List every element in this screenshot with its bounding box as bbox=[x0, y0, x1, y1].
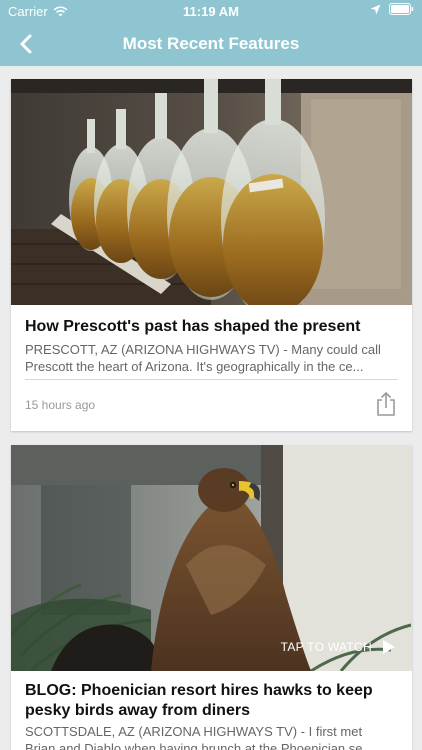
feature-image-wine-jugs[interactable] bbox=[11, 79, 412, 305]
carrier-group: Carrier bbox=[8, 4, 68, 19]
wifi-icon bbox=[53, 6, 68, 17]
battery-icon bbox=[389, 3, 414, 15]
share-icon bbox=[377, 391, 395, 416]
feature-card[interactable]: TAP TO WATCH BLOG: Phoenician resort hir… bbox=[11, 445, 412, 750]
feature-summary-line-1: SCOTTSDALE, AZ (ARIZONA HIGHWAYS TV) - I… bbox=[25, 724, 363, 739]
tap-to-watch-label: TAP TO WATCH bbox=[280, 640, 372, 654]
feature-summary-line-2: Brian and Diablo when having brunch at t… bbox=[25, 741, 374, 750]
back-button[interactable] bbox=[10, 28, 42, 60]
feature-summary: SCOTTSDALE, AZ (ARIZONA HIGHWAYS TV) - I… bbox=[25, 723, 398, 750]
chevron-left-icon bbox=[20, 34, 32, 54]
status-bar: Carrier 11:19 AM bbox=[0, 0, 422, 22]
card-divider bbox=[25, 379, 398, 380]
feature-timestamp: 15 hours ago bbox=[25, 398, 96, 412]
feature-headline[interactable]: How Prescott's past has shaped the prese… bbox=[25, 317, 398, 337]
app-header: Carrier 11:19 AM Most Recent Features bbox=[0, 0, 422, 66]
carrier-label: Carrier bbox=[8, 4, 48, 19]
feature-headline-line-2: pesky birds away from diners bbox=[25, 702, 250, 719]
feature-headline[interactable]: BLOG: Phoenician resort hires hawks to k… bbox=[25, 681, 398, 721]
feature-summary: PRESCOTT, AZ (ARIZONA HIGHWAYS TV) - Man… bbox=[25, 341, 398, 375]
status-right bbox=[370, 3, 414, 15]
play-icon bbox=[383, 640, 395, 654]
feature-headline-line-1: BLOG: Phoenician resort hires hawks to k… bbox=[25, 682, 373, 699]
share-button[interactable] bbox=[374, 391, 398, 417]
feature-card[interactable]: How Prescott's past has shaped the prese… bbox=[11, 79, 412, 431]
nav-bar: Most Recent Features bbox=[0, 22, 422, 66]
feature-list[interactable]: How Prescott's past has shaped the prese… bbox=[0, 66, 422, 750]
tap-to-watch[interactable]: TAP TO WATCH bbox=[281, 639, 396, 655]
feature-video-hawk[interactable]: TAP TO WATCH bbox=[11, 445, 412, 671]
feature-summary-line-2: Prescott the heart of Arizona. It's geog… bbox=[25, 359, 364, 374]
location-arrow-icon bbox=[370, 4, 381, 14]
feature-summary-line-1: PRESCOTT, AZ (ARIZONA HIGHWAYS TV) - Man… bbox=[25, 342, 381, 357]
page-title: Most Recent Features bbox=[122, 34, 300, 53]
